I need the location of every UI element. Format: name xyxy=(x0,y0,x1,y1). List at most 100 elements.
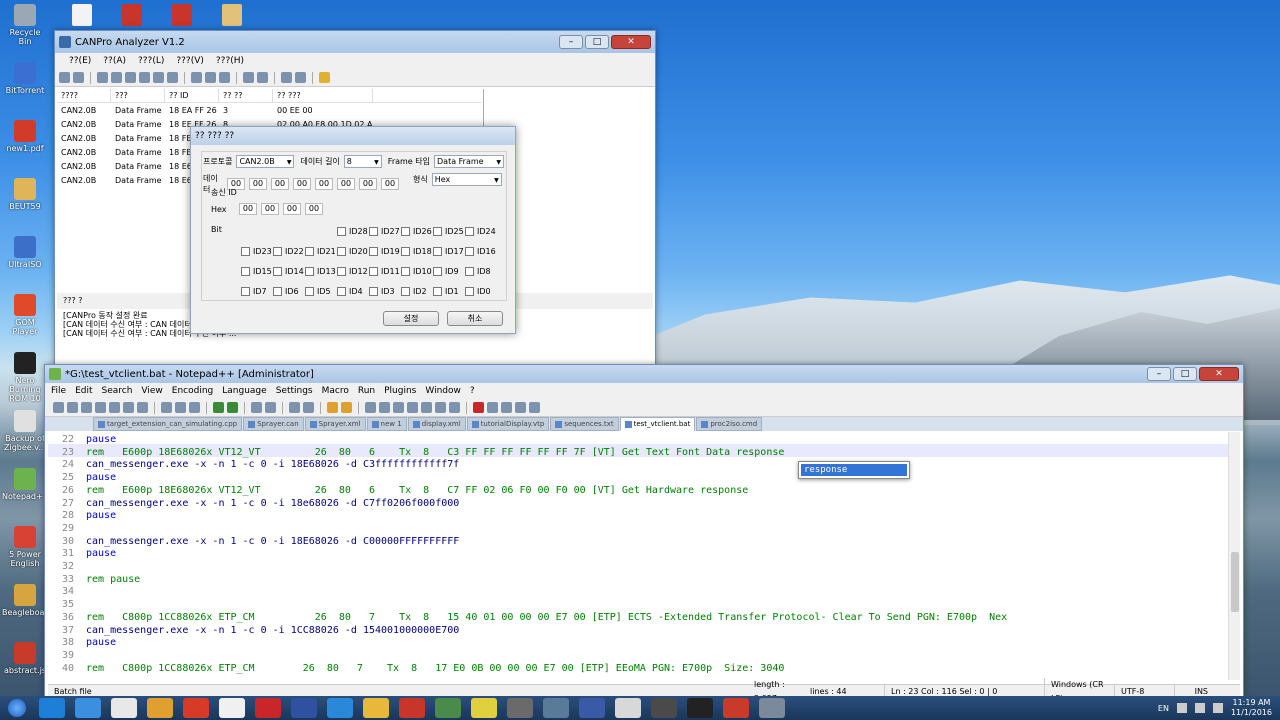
taskbar-app-icon[interactable] xyxy=(219,698,245,718)
code-editor[interactable]: 22 pause 23 rem E600p 18E68026x VT12_VT 26 … xyxy=(48,432,1240,680)
menu-item[interactable]: ???(V) xyxy=(176,56,204,66)
id-byte-field[interactable]: 00 xyxy=(239,203,257,215)
bit-checkbox[interactable]: ID8 xyxy=(465,267,496,276)
sync-icon[interactable] xyxy=(327,402,338,413)
file-tab[interactable]: new 1 xyxy=(366,417,407,431)
desktop-shortcut[interactable]: Nero Burning ROM 10 xyxy=(2,352,48,403)
checkbox-box[interactable] xyxy=(241,247,250,256)
desktop-shortcut[interactable]: abstract.js xyxy=(2,642,48,675)
code-line[interactable]: rem E600p 18E68026x VT12_VT 26 80 6 Tx 8… xyxy=(86,447,784,458)
bit-checkbox[interactable]: ID26 xyxy=(401,227,432,236)
tray-icon[interactable] xyxy=(1176,703,1187,713)
save-all-icon[interactable] xyxy=(95,402,106,413)
code-line[interactable]: pause xyxy=(86,510,116,521)
bit-checkbox[interactable]: ID19 xyxy=(369,247,400,256)
taskbar-app-icon[interactable] xyxy=(507,698,533,718)
function-list-icon[interactable] xyxy=(435,402,446,413)
taskbar-app-icon[interactable] xyxy=(291,698,317,718)
code-line[interactable]: rem C800p 1CC88026x ETP_CM 26 80 7 Tx 8 … xyxy=(86,612,1007,623)
checkbox-box[interactable] xyxy=(369,247,378,256)
send-icon[interactable] xyxy=(191,72,202,83)
checkbox-box[interactable] xyxy=(433,287,442,296)
paste-icon[interactable] xyxy=(257,72,268,83)
new-icon[interactable] xyxy=(53,402,64,413)
save-macro-icon[interactable] xyxy=(529,402,540,413)
code-line[interactable]: pause xyxy=(86,548,116,559)
folder-icon[interactable] xyxy=(449,402,460,413)
checkbox-box[interactable] xyxy=(401,227,410,236)
bit-checkbox[interactable]: ID0 xyxy=(465,287,496,296)
tool-icon[interactable] xyxy=(219,72,230,83)
npp-titlebar[interactable]: *G:\test_vtclient.bat - Notepad++ [Admin… xyxy=(45,365,1243,383)
file-tab[interactable]: sequences.txt xyxy=(550,417,619,431)
taskbar-app-icon[interactable] xyxy=(399,698,425,718)
desktop-shortcut[interactable]: Notepad++ xyxy=(2,468,49,501)
file-tab[interactable]: target_extension_can_simulating.cpp xyxy=(93,417,243,431)
column-header[interactable]: ?? ?? xyxy=(219,89,273,102)
wrap-icon[interactable] xyxy=(341,402,352,413)
run-macro-icon[interactable] xyxy=(515,402,526,413)
show-all-icon[interactable] xyxy=(379,402,390,413)
taskbar-app-icon[interactable] xyxy=(687,698,713,718)
checkbox-box[interactable] xyxy=(433,267,442,276)
menu-item[interactable]: ??(E) xyxy=(69,56,91,66)
checkbox-box[interactable] xyxy=(433,227,442,236)
code-line[interactable]: pause xyxy=(86,434,116,445)
code-line[interactable]: rem E600p 18E68026x VT12_VT 26 80 6 Tx 8… xyxy=(86,485,748,496)
checkbox-box[interactable] xyxy=(337,267,346,276)
autocomplete-item[interactable]: response xyxy=(801,464,907,476)
checkbox-box[interactable] xyxy=(465,247,474,256)
data-byte-field[interactable]: 00 xyxy=(359,178,377,190)
code-line[interactable]: can_messenger.exe -x -n 1 -c 0 -i 18e680… xyxy=(86,498,459,509)
bit-checkbox[interactable]: ID18 xyxy=(401,247,432,256)
file-tab[interactable]: proc2iso.cmd xyxy=(696,417,763,431)
close-button[interactable]: ✕ xyxy=(1199,367,1239,381)
play-macro-icon[interactable] xyxy=(501,402,512,413)
open-icon[interactable] xyxy=(59,72,70,83)
file-tab[interactable]: test_vtclient.bat xyxy=(619,417,696,431)
desktop-shortcut[interactable]: 5 Power English xyxy=(2,526,48,568)
vertical-scrollbar[interactable] xyxy=(1228,432,1240,680)
maximize-button[interactable]: □ xyxy=(1173,367,1197,381)
code-line[interactable]: pause xyxy=(86,472,116,483)
lang-icon[interactable] xyxy=(407,402,418,413)
stop-icon[interactable] xyxy=(139,72,150,83)
bit-checkbox[interactable]: ID5 xyxy=(305,287,336,296)
clock[interactable]: 11:19 AM 11/1/2016 xyxy=(1231,698,1272,718)
taskbar-app-icon[interactable] xyxy=(183,698,209,718)
bit-checkbox[interactable]: ID25 xyxy=(433,227,464,236)
desktop-shortcut[interactable]: GOM Player xyxy=(2,294,48,336)
checkbox-box[interactable] xyxy=(305,267,314,276)
menu-item[interactable]: Window xyxy=(425,386,461,396)
checkbox-box[interactable] xyxy=(401,247,410,256)
bit-checkbox[interactable]: ID13 xyxy=(305,267,336,276)
delete-icon[interactable] xyxy=(295,72,306,83)
bit-checkbox[interactable]: ID20 xyxy=(337,247,368,256)
taskbar-app-icon[interactable] xyxy=(75,698,101,718)
taskbar-app-icon[interactable] xyxy=(579,698,605,718)
config-icon[interactable] xyxy=(205,72,216,83)
guide-icon[interactable] xyxy=(393,402,404,413)
desktop-shortcut[interactable]: Recycle Bin xyxy=(2,4,48,46)
bit-checkbox[interactable]: ID21 xyxy=(305,247,336,256)
save-icon[interactable] xyxy=(81,402,92,413)
desktop-shortcut[interactable]: new1.pdf xyxy=(2,120,48,153)
bit-checkbox[interactable]: ID15 xyxy=(241,267,272,276)
taskbar-app-icon[interactable] xyxy=(111,698,137,718)
length-select[interactable]: 8 xyxy=(343,155,382,168)
checkbox-box[interactable] xyxy=(273,267,282,276)
desktop-shortcut[interactable]: BitTorrent xyxy=(2,62,48,95)
checkbox-box[interactable] xyxy=(369,227,378,236)
start-button[interactable] xyxy=(0,696,34,720)
id-byte-field[interactable]: 00 xyxy=(283,203,301,215)
disconnect-icon[interactable] xyxy=(111,72,122,83)
taskbar-app-icon[interactable] xyxy=(363,698,389,718)
minimize-button[interactable]: – xyxy=(559,35,583,49)
checkbox-box[interactable] xyxy=(337,287,346,296)
undo-icon[interactable] xyxy=(213,402,224,413)
frame-select[interactable]: Data Frame xyxy=(434,155,504,168)
bit-checkbox[interactable]: ID12 xyxy=(337,267,368,276)
format-select[interactable]: Hex xyxy=(431,173,502,186)
menu-item[interactable]: Macro xyxy=(322,386,349,396)
menu-item[interactable]: File xyxy=(51,386,66,396)
